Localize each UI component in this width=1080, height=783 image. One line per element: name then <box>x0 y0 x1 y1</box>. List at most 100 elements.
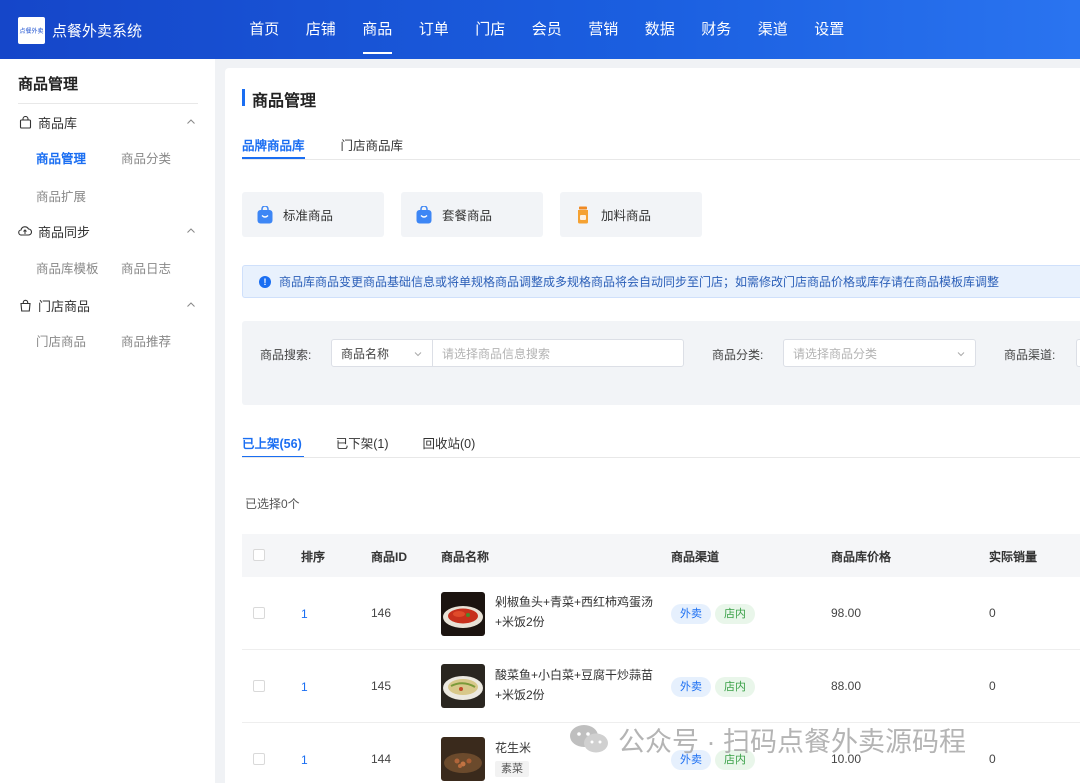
product-thumbnail <box>441 737 485 781</box>
select-all-checkbox[interactable] <box>253 549 265 561</box>
info-icon: ! <box>259 275 271 288</box>
row-product-name: 酸菜鱼+小白菜+豆腐干炒蒜苗+米饭2份 <box>495 668 654 702</box>
sidebar-group-label: 商品库 <box>38 115 78 131</box>
row-price: 98.00 <box>831 606 862 620</box>
nav-item-finance[interactable]: 财务 <box>688 0 745 59</box>
col-channel: 商品渠道 <box>671 550 720 564</box>
col-sort: 排序 <box>301 550 326 564</box>
row-price: 88.00 <box>831 679 862 693</box>
nav-item-stores[interactable]: 门店 <box>462 0 519 59</box>
tab-recycle-bin[interactable]: 回收站(0) <box>423 433 476 458</box>
combo-product-card[interactable]: 套餐商品 <box>401 192 543 237</box>
row-sort[interactable]: 1 <box>301 680 308 694</box>
row-sales: 0 <box>989 679 996 693</box>
sidebar-item-product-recommend[interactable]: 商品推荐 <box>121 331 171 350</box>
nav-item-marketing[interactable]: 营销 <box>575 0 632 59</box>
combo-product-icon <box>416 205 432 223</box>
addon-product-card[interactable]: 加料商品 <box>560 192 702 237</box>
sidebar-group-product-sync[interactable]: 商品同步 <box>18 221 198 241</box>
sidebar-item-product-extend[interactable]: 商品扩展 <box>36 186 86 205</box>
chevron-down-icon <box>957 352 965 357</box>
channel-badge-dine-in: 店内 <box>715 604 755 624</box>
row-product-id: 144 <box>371 752 392 766</box>
tab-on-shelf[interactable]: 已上架(56) <box>242 433 304 458</box>
nav-item-products[interactable]: 商品 <box>349 0 406 59</box>
row-checkbox[interactable] <box>253 680 265 692</box>
sidebar-title: 商品管理 <box>18 76 79 93</box>
table-row: 1 144 花生米 素菜 外卖 店内 10.00 0 <box>242 723 1080 783</box>
sidebar-divider <box>18 103 198 104</box>
row-product-id: 145 <box>371 679 392 693</box>
row-price: 10.00 <box>831 752 862 766</box>
nav-item-shop[interactable]: 店铺 <box>293 0 350 59</box>
app-logo: 点餐外卖 <box>18 17 45 44</box>
row-channels: 外卖 店内 <box>671 677 759 697</box>
bag-icon <box>18 115 32 129</box>
search-input[interactable]: 请选择商品信息搜索 <box>432 339 684 367</box>
logo-text: 点餐外卖 <box>19 29 44 35</box>
row-sales: 0 <box>989 606 996 620</box>
sidebar-item-product-category[interactable]: 商品分类 <box>121 148 171 167</box>
sidebar-item-store-products[interactable]: 门店商品 <box>36 331 86 350</box>
search-type-value: 商品名称 <box>341 346 390 361</box>
status-tabs-divider <box>242 457 1080 458</box>
title-accent-bar <box>242 89 245 106</box>
table-row: 1 145 酸菜鱼+小白菜+豆腐干炒蒜苗+米饭2份 外卖 店内 88.00 0 <box>242 650 1080 723</box>
tab-brand-library[interactable]: 品牌商品库 <box>242 135 305 159</box>
sidebar-item-product-log[interactable]: 商品日志 <box>121 258 171 277</box>
table-header: 排序 商品ID 商品名称 商品渠道 商品库价格 实际销量 <box>242 534 1080 577</box>
card-label: 加料商品 <box>601 209 652 223</box>
chevron-up-icon <box>187 228 195 233</box>
nav-item-settings[interactable]: 设置 <box>801 0 858 59</box>
card-label: 套餐商品 <box>442 209 493 223</box>
nav-item-members[interactable]: 会员 <box>519 0 576 59</box>
sidebar-group-label: 门店商品 <box>38 298 91 314</box>
nav-item-data[interactable]: 数据 <box>632 0 689 59</box>
channel-badge-dine-in: 店内 <box>715 750 755 770</box>
category-select[interactable]: 请选择商品分类 <box>783 339 976 367</box>
main-panel: 商品管理 品牌商品库 门店商品库 标准商品 套餐商品 加料商品 ! 商品库商品变… <box>225 68 1080 783</box>
chevron-up-icon <box>187 302 195 307</box>
tabs-divider <box>242 159 1080 160</box>
channel-badge-delivery: 外卖 <box>671 677 711 697</box>
row-sales: 0 <box>989 752 996 766</box>
search-type-select[interactable]: 商品名称 <box>331 339 433 367</box>
library-tabs: 品牌商品库 门店商品库 <box>242 135 439 159</box>
status-tabs: 已上架(56) 已下架(1) 回收站(0) <box>242 433 509 458</box>
sidebar-group-product-library[interactable]: 商品库 <box>18 112 198 132</box>
channel-label: 商品渠道: <box>1004 348 1056 362</box>
sidebar-item-product-manage[interactable]: 商品管理 <box>36 148 86 167</box>
channel-badge-delivery: 外卖 <box>671 604 711 624</box>
standard-product-icon <box>257 205 273 223</box>
store-bag-icon <box>18 298 32 312</box>
category-label: 商品分类: <box>712 348 764 362</box>
nav-item-home[interactable]: 首页 <box>236 0 293 59</box>
row-checkbox[interactable] <box>253 753 265 765</box>
card-label: 标准商品 <box>283 209 334 223</box>
notice-text: 商品库商品变更商品基础信息或将单规格商品调整成多规格商品将会自动同步至门店；如需… <box>279 275 1000 289</box>
row-checkbox[interactable] <box>253 607 265 619</box>
row-sort[interactable]: 1 <box>301 753 308 767</box>
sidebar-item-library-template[interactable]: 商品库模板 <box>36 258 99 277</box>
standard-product-card[interactable]: 标准商品 <box>242 192 384 237</box>
nav-item-orders[interactable]: 订单 <box>406 0 463 59</box>
sidebar-group-store-products[interactable]: 门店商品 <box>18 295 198 315</box>
row-product-name-cell: 花生米 素菜 <box>495 738 655 778</box>
tab-store-library[interactable]: 门店商品库 <box>341 135 404 159</box>
tab-off-shelf[interactable]: 已下架(1) <box>336 433 389 458</box>
row-product-name: 花生米 <box>495 741 532 755</box>
addon-product-icon <box>578 206 588 223</box>
channel-select[interactable] <box>1076 339 1080 367</box>
col-product-id: 商品ID <box>371 550 408 564</box>
nav-item-channels[interactable]: 渠道 <box>745 0 802 59</box>
row-sort[interactable]: 1 <box>301 607 308 621</box>
category-placeholder: 请选择商品分类 <box>793 346 878 361</box>
product-tag: 素菜 <box>495 761 529 777</box>
info-notice: ! 商品库商品变更商品基础信息或将单规格商品调整成多规格商品将会自动同步至门店；… <box>242 265 1080 298</box>
product-thumbnail <box>441 664 485 708</box>
row-channels: 外卖 店内 <box>671 604 759 624</box>
search-label: 商品搜索: <box>260 348 312 362</box>
row-product-id: 146 <box>371 606 392 620</box>
filter-panel: 商品搜索: 商品名称 请选择商品信息搜索 商品分类: 请选择商品分类 商品渠道: <box>242 321 1080 405</box>
table-row: 1 146 剁椒鱼头+青菜+西红柿鸡蛋汤+米饭2份 外卖 店内 98.00 0 <box>242 577 1080 650</box>
